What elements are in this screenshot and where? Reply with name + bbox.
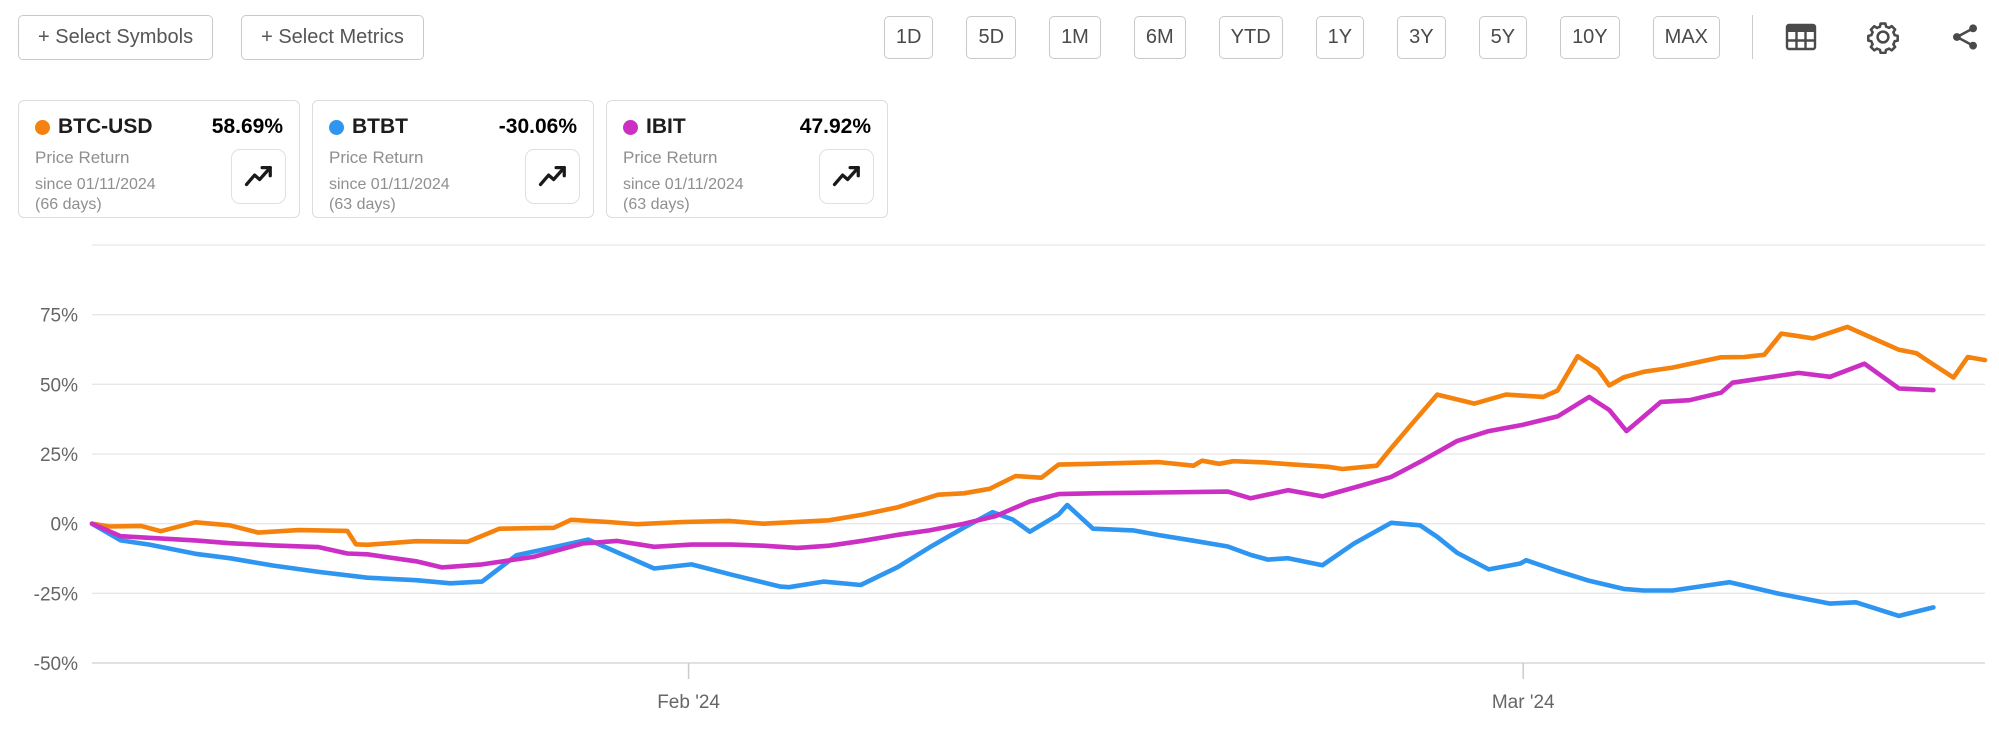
price-return-chart[interactable]: 75% 50% 25% 0% -25% -50% Feb '24 Mar '24 [0,230,1999,733]
series-line-btc-usd [89,324,1988,548]
card-value: -30.06% [498,115,577,138]
series-color-dot [623,119,638,135]
select-symbols-button[interactable]: + Select Symbols [18,14,214,60]
card-header-row: BTBT -30.06% [329,115,577,139]
sparkline-button[interactable] [525,149,580,204]
card-days-count: (63 days) [329,196,396,213]
toolbar-divider [1752,15,1753,59]
card-symbol: BTBT [352,115,408,138]
toolbar: + Select Symbols + Select Metrics 1D 5D 1M… [18,14,1983,60]
x-axis-label: Feb '24 [657,692,720,713]
metric-card-btbt[interactable]: BTBT -30.06% Price Return since 01/11/20… [312,100,594,218]
gear-icon-glyph [1867,22,1899,54]
y-axis-label: -25% [34,584,78,605]
trending-up-icon [832,165,860,186]
sparkline-button[interactable] [819,149,874,204]
range-button-ytd[interactable]: YTD [1218,15,1283,59]
series-line-btbt [89,502,1936,619]
card-symbol: IBIT [646,115,686,138]
settings-gear-icon[interactable] [1865,19,1901,55]
y-axis-label: -50% [34,654,78,675]
y-axis-label: 0% [51,515,79,536]
card-since-date: since 01/11/2024 [623,176,744,193]
y-axis-label: 75% [40,306,78,327]
chart-canvas[interactable]: 75% 50% 25% 0% -25% -50% Feb '24 Mar '24 [0,230,1999,733]
range-button-1y[interactable]: 1Y [1315,15,1365,59]
card-value: 58.69% [211,115,283,138]
range-button-1m[interactable]: 1M [1049,15,1101,59]
share-icon-glyph [1953,24,1977,50]
table-icon[interactable] [1783,19,1819,55]
chart-controls: 1D 5D 1M 6M YTD 1Y 3Y 5Y 10Y MAX [883,15,1983,59]
share-icon[interactable] [1947,19,1983,55]
series-line-ibit [89,361,1936,570]
series-color-dot [35,119,50,135]
y-axis-label: 25% [40,445,78,466]
trending-up-icon [244,165,272,186]
range-button-6m[interactable]: 6M [1133,15,1186,59]
range-button-5d[interactable]: 5D [966,15,1017,59]
range-button-max[interactable]: MAX [1652,15,1720,59]
card-days-count: (66 days) [35,196,102,213]
selector-buttons: + Select Symbols + Select Metrics [18,14,424,60]
table-icon-glyph [1785,23,1817,51]
card-header-row: BTC-USD 58.69% [35,115,283,139]
trending-up-icon [538,165,566,186]
metric-card-btc-usd[interactable]: BTC-USD 58.69% Price Return since 01/11/… [18,100,300,218]
card-header-row: IBIT 47.92% [623,115,871,139]
y-axis-label: 50% [40,375,78,396]
range-button-10y[interactable]: 10Y [1560,15,1620,59]
card-days-count: (63 days) [623,196,690,213]
x-axis-label: Mar '24 [1492,692,1555,713]
series-color-dot [329,119,344,135]
chart-tool-icons [1783,19,1983,55]
sparkline-button[interactable] [231,149,286,204]
metric-card-ibit[interactable]: IBIT 47.92% Price Return since 01/11/202… [606,100,888,218]
range-button-5y[interactable]: 5Y [1478,15,1528,59]
date-range-buttons: 1D 5D 1M 6M YTD 1Y 3Y 5Y 10Y MAX [883,15,1720,59]
card-value: 47.92% [799,115,871,138]
card-symbol: BTC-USD [58,115,153,138]
range-button-3y[interactable]: 3Y [1397,15,1446,59]
card-since-date: since 01/11/2024 [329,176,450,193]
card-since-date: since 01/11/2024 [35,176,156,193]
metric-cards: BTC-USD 58.69% Price Return since 01/11/… [18,100,888,218]
select-metrics-button[interactable]: + Select Metrics [241,14,424,60]
range-button-1d[interactable]: 1D [883,15,934,59]
